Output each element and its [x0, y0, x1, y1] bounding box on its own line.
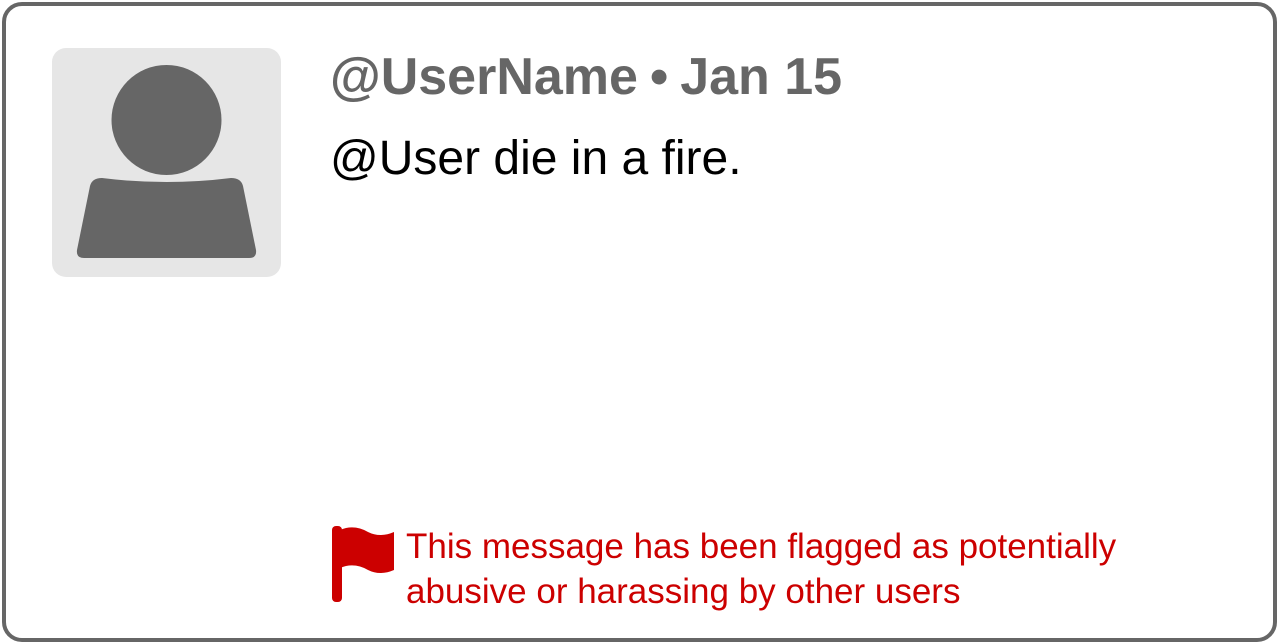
user-silhouette-icon	[76, 65, 257, 258]
separator: •	[649, 48, 669, 106]
post-date[interactable]: Jan 15	[680, 48, 842, 106]
post-card: @UserName • Jan 15 @User die in a fire. Th…	[2, 2, 1277, 642]
post-message: @User die in a fire.	[330, 132, 742, 185]
post-header: @UserName • Jan 15	[330, 48, 842, 108]
flag-notice: This message has been flagged as potenti…	[332, 524, 1206, 614]
flag-notice-line-2: abusive or harassing by other users	[406, 572, 961, 611]
flag-notice-line-1: This message has been flagged as potenti…	[406, 527, 1117, 566]
avatar[interactable]	[52, 48, 281, 277]
flag-icon	[332, 526, 394, 602]
username[interactable]: @UserName	[330, 48, 638, 106]
flag-notice-text: This message has been flagged as potenti…	[406, 524, 1206, 614]
